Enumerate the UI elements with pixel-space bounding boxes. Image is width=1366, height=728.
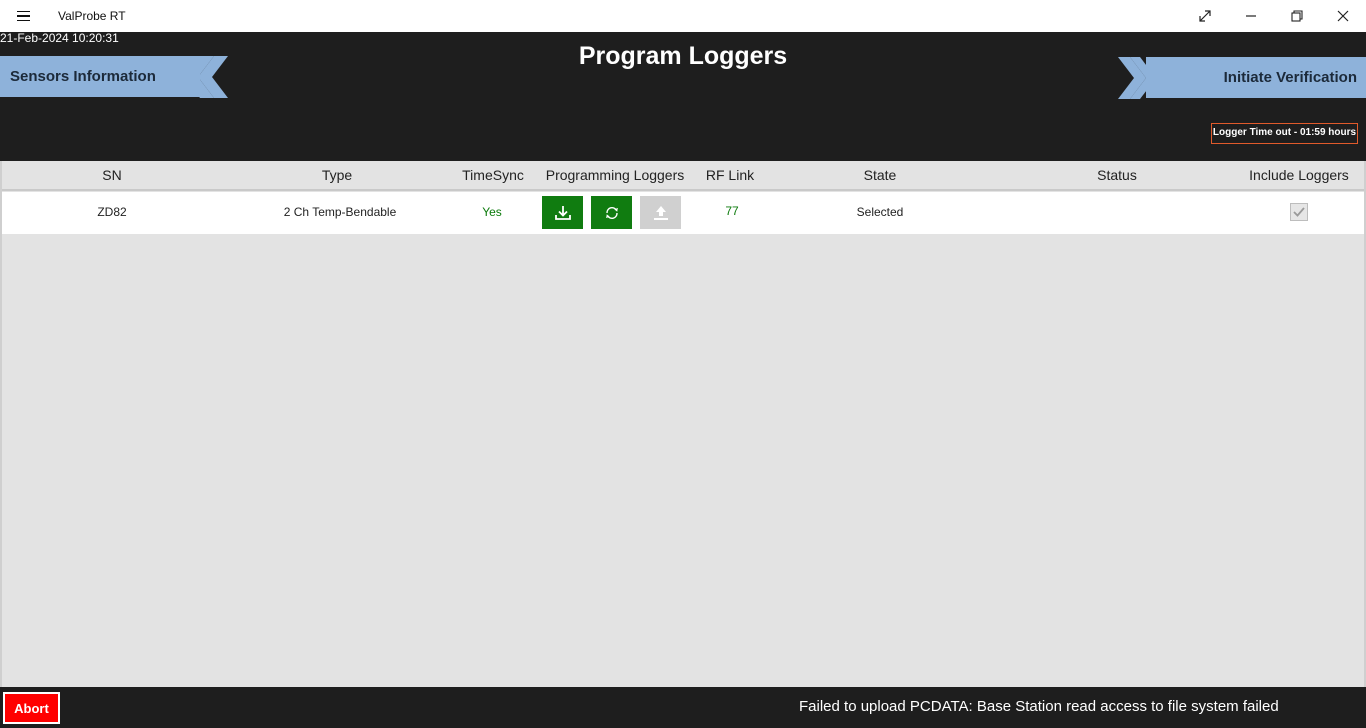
logger-timeout-badge: Logger Time out - 01:59 hours <box>1211 123 1358 144</box>
page-header: 21-Feb-2024 10:20:31 Program Loggers Sen… <box>0 32 1366 161</box>
download-button[interactable] <box>542 196 583 229</box>
app-title: ValProbe RT <box>58 9 126 23</box>
restore-icon[interactable] <box>1274 0 1320 32</box>
column-header-state: State <box>863 167 897 183</box>
column-header-timesync: TimeSync <box>462 167 524 183</box>
chevron-right-icon <box>1118 57 1156 99</box>
initiate-verification-button[interactable]: Initiate Verification <box>1116 56 1366 99</box>
close-icon[interactable] <box>1320 0 1366 32</box>
column-header-programming: Programming Loggers <box>545 167 685 183</box>
nav-forward-label: Initiate Verification <box>1223 69 1357 86</box>
loggers-table: SN Type TimeSync Programming Loggers RF … <box>0 161 1366 687</box>
table-row[interactable]: ZD82 2 Ch Temp-Bendable Yes 77 Selected <box>2 192 1364 234</box>
hamburger-icon[interactable] <box>10 6 36 26</box>
column-header-include: Include Loggers <box>1249 167 1349 183</box>
checkmark-icon <box>1293 207 1305 217</box>
footer-bar: Abort Failed to upload PCDATA: Base Stat… <box>0 687 1366 728</box>
column-header-type: Type <box>321 167 353 183</box>
column-header-status: Status <box>1097 167 1137 183</box>
cell-state: Selected <box>856 205 904 219</box>
sync-button[interactable] <box>591 196 632 229</box>
upload-button[interactable] <box>640 196 681 229</box>
column-header-rflink: RF Link <box>705 167 755 183</box>
download-icon <box>554 205 571 220</box>
expand-icon[interactable] <box>1182 0 1228 32</box>
status-message: Failed to upload PCDATA: Base Station re… <box>799 698 1279 715</box>
sync-icon <box>605 206 618 219</box>
cell-timesync: Yes <box>482 205 502 219</box>
chevron-left-icon <box>190 56 228 98</box>
abort-button[interactable]: Abort <box>3 692 60 724</box>
table-header: SN Type TimeSync Programming Loggers RF … <box>2 161 1364 191</box>
nav-back-label: Sensors Information <box>10 68 156 85</box>
include-logger-checkbox[interactable] <box>1290 203 1308 221</box>
sensors-information-button[interactable]: Sensors Information <box>0 56 232 98</box>
cell-type: 2 Ch Temp-Bendable <box>283 205 397 219</box>
cell-rflink: 77 <box>725 204 739 218</box>
cell-sn: ZD82 <box>97 205 127 219</box>
window-titlebar: ValProbe RT <box>0 0 1366 32</box>
upload-icon <box>653 205 668 220</box>
column-header-sn: SN <box>102 167 122 183</box>
minimize-icon[interactable] <box>1228 0 1274 32</box>
